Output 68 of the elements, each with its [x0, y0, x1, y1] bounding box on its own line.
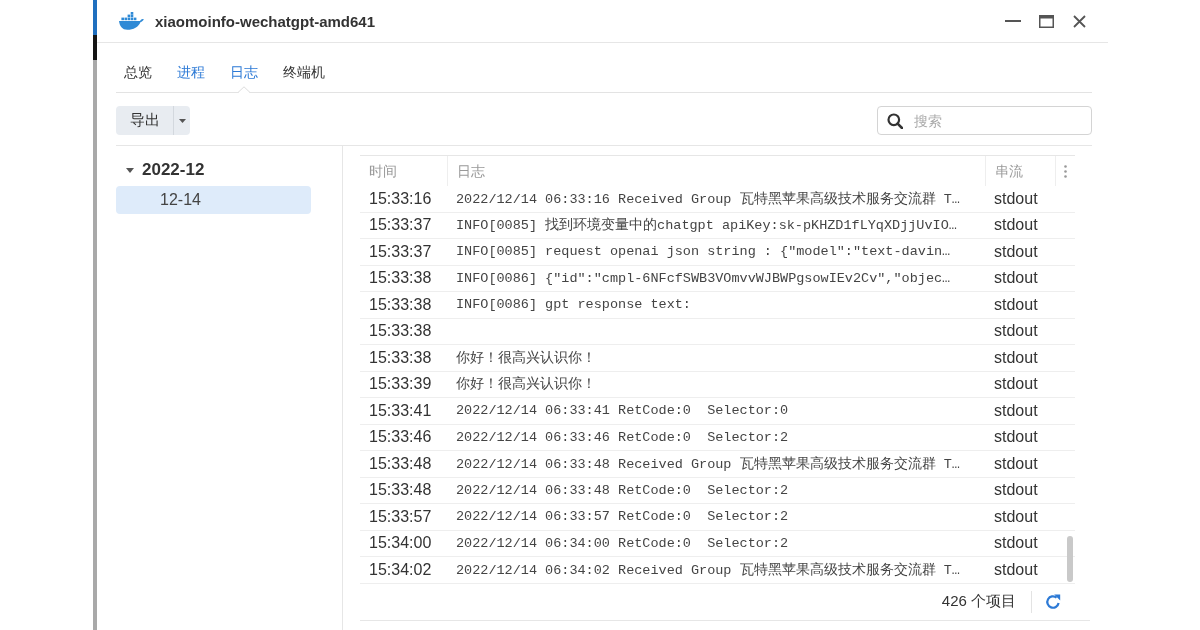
table-cell: 15:33:38 — [369, 322, 432, 340]
caret-icon — [178, 118, 186, 123]
table-cell: stdout — [994, 375, 1038, 393]
close-icon — [1072, 14, 1086, 28]
table-cell: 2022/12/14 06:34:00 RetCode:0 Selector:2 — [456, 535, 789, 551]
table-cell: 2022/12/14 06:33:48 RetCode:0 Selector:2 — [456, 482, 789, 498]
column-header: 时间 — [369, 163, 397, 179]
table-cell: 15:33:38 — [369, 269, 432, 287]
tab[interactable]: 进程 — [169, 43, 213, 92]
table-cell: INFO[0086] gpt response text: — [456, 297, 691, 313]
caret-icon[interactable] — [126, 167, 134, 173]
table-cell: stdout — [994, 322, 1038, 340]
window-title: xiaomoinfo-wechatgpt-amd641 — [155, 12, 376, 30]
table-cell: 2022/12/14 06:34:02 Received Group 瓦特黑苹果高级技术服务交流群 T… — [456, 562, 960, 578]
table-cell: stdout — [994, 295, 1038, 313]
table-cell: stdout — [994, 348, 1038, 366]
table-cell: INFO[0086] {"id":"cmpl-6NFcfSWB3VOmvvWJBWPgsowIEv2Cv","objec… — [456, 270, 951, 286]
table-cell: 15:34:02 — [369, 560, 432, 578]
whale-icon — [118, 12, 144, 30]
item-count: 426 个项目 — [941, 592, 1016, 611]
table-cell: stdout — [994, 189, 1038, 207]
table-cell: 2022/12/14 06:33:41 RetCode:0 Selector:0 — [456, 403, 789, 419]
table-cell: stdout — [994, 507, 1038, 525]
table-cell: stdout — [994, 216, 1038, 234]
table-cell: 15:33:39 — [369, 375, 432, 393]
table-cell: stdout — [994, 534, 1038, 552]
export-button[interactable]: 导出 — [116, 106, 173, 135]
scrollbar-thumb[interactable] — [1067, 535, 1073, 582]
dropdown-button[interactable] — [173, 106, 190, 135]
table-cell: 15:34:00 — [369, 534, 432, 552]
table-cell: 2022/12/14 06:33:48 Received Group 瓦特黑苹果高级技术服务交流群 T… — [456, 456, 960, 472]
table-cell: 15:33:48 — [369, 481, 432, 499]
table-cell: 15:33:37 — [369, 242, 432, 260]
table-cell: 15:33:46 — [369, 428, 432, 446]
search-field[interactable]: 搜索 — [877, 106, 1092, 135]
table-cell: 2022/12/14 06:33:46 RetCode:0 Selector:2 — [456, 429, 789, 445]
refresh-icon — [1045, 593, 1061, 610]
table-cell: stdout — [994, 428, 1038, 446]
table-cell: 你好！很高兴认识你！ — [456, 350, 596, 366]
column-menu-icon[interactable] — [1064, 164, 1067, 178]
table-cell: INFO[0085] request openai json string : {"model":"text-davin… — [456, 244, 951, 260]
table-cell: stdout — [994, 242, 1038, 260]
table-cell: 15:33:38 — [369, 295, 432, 313]
tab[interactable]: 终端机 — [275, 43, 333, 92]
table-cell: stdout — [994, 481, 1038, 499]
column-header: 串流 — [995, 163, 1023, 179]
column-header: 日志 — [457, 163, 485, 179]
tab[interactable]: 日志 — [222, 43, 266, 92]
tree-group-label[interactable]: 2022-12 — [142, 160, 205, 180]
table-cell: 15:33:38 — [369, 348, 432, 366]
minimize-icon — [1005, 20, 1021, 22]
table-cell: 15:33:16 — [369, 189, 432, 207]
table-cell: 2022/12/14 06:33:57 RetCode:0 Selector:2 — [456, 509, 789, 525]
tab[interactable]: 总览 — [116, 43, 160, 92]
table-cell: stdout — [994, 454, 1038, 472]
table-cell: 15:33:37 — [369, 216, 432, 234]
maximize-icon — [1038, 14, 1054, 28]
tree-item[interactable]: 12-14 — [116, 186, 311, 214]
table-cell: stdout — [994, 560, 1038, 578]
table-cell: 2022/12/14 06:33:16 Received Group 瓦特黑苹果高级技术服务交流群 T… — [456, 191, 960, 207]
table-cell: 15:33:48 — [369, 454, 432, 472]
search-icon — [887, 112, 903, 129]
table-cell: 15:33:41 — [369, 401, 432, 419]
table-cell: 你好！很高兴认识你！ — [456, 377, 596, 393]
table-cell: 15:33:57 — [369, 507, 432, 525]
table-cell: stdout — [994, 269, 1038, 287]
table-cell: INFO[0085] 找到环境变量中的chatgpt apiKey:sk-pKHZD1fLYqXDjjUvIO… — [456, 218, 957, 234]
table-cell: stdout — [994, 401, 1038, 419]
